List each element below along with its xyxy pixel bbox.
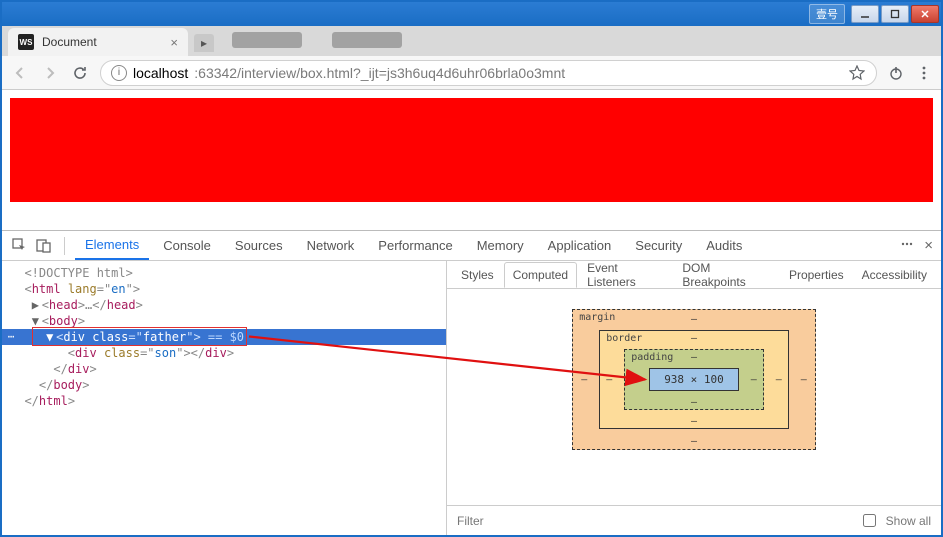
border-label: border — [606, 333, 642, 344]
devtools-tab-performance[interactable]: Performance — [368, 232, 462, 259]
devtools-tab-sources[interactable]: Sources — [225, 232, 293, 259]
dom-tree[interactable]: <!DOCTYPE html> <html lang="en"> ▶<head>… — [2, 261, 447, 535]
sidebar-tab-accessibility[interactable]: Accessibility — [854, 263, 935, 287]
back-button[interactable] — [10, 63, 30, 83]
styles-sidebar: Styles Computed Event Listeners DOM Brea… — [447, 261, 941, 535]
sidebar-tab-styles[interactable]: Styles — [453, 263, 502, 287]
devtools-close-icon[interactable]: × — [924, 237, 933, 254]
show-all-label: Show all — [886, 514, 931, 528]
power-icon[interactable] — [887, 64, 905, 82]
inspect-icon[interactable] — [10, 237, 28, 255]
devtools-tab-elements[interactable]: Elements — [75, 231, 149, 260]
sidebar-tab-dombreakpoints[interactable]: DOM Breakpoints — [674, 256, 779, 294]
devtools-tab-console[interactable]: Console — [153, 232, 221, 259]
bookmark-icon[interactable] — [848, 64, 866, 82]
maximize-button[interactable] — [881, 5, 909, 23]
computed-footer: Filter Show all — [447, 505, 941, 535]
sidebar-tab-properties[interactable]: Properties — [781, 263, 852, 287]
sidebar-tab-eventlisteners[interactable]: Event Listeners — [579, 256, 672, 294]
page-viewport — [2, 90, 941, 230]
show-all-checkbox[interactable] — [863, 514, 876, 527]
site-info-icon[interactable]: i — [111, 65, 127, 81]
content-box: 938 × 100 — [649, 368, 739, 391]
device-toggle-icon[interactable] — [34, 237, 52, 255]
new-tab-button[interactable]: ▸ — [194, 34, 214, 52]
devtools-tabbar: Elements Console Sources Network Perform… — [2, 231, 941, 261]
devtools-panel: Elements Console Sources Network Perform… — [2, 230, 941, 535]
computed-panel: margin – – – – border – – – – — [447, 289, 941, 505]
browser-window: 壹号 WS Document × ▸ i localhost :63342/int… — [0, 0, 943, 537]
dom-line[interactable]: ▼<body> — [2, 313, 446, 329]
filter-input[interactable]: Filter — [457, 514, 484, 528]
favicon-icon: WS — [18, 34, 34, 50]
father-element — [10, 98, 933, 202]
devtools-more-icon[interactable] — [900, 237, 914, 254]
close-button[interactable] — [911, 5, 939, 23]
padding-label: padding — [631, 352, 673, 363]
tab-close-icon[interactable]: × — [170, 35, 178, 50]
tab-strip: WS Document × ▸ — [2, 26, 941, 56]
box-model-diagram[interactable]: margin – – – – border – – – – — [572, 309, 816, 450]
dom-line[interactable]: ▶<head>…</head> — [2, 297, 446, 313]
browser-tab[interactable]: WS Document × — [8, 28, 188, 56]
tab-title: Document — [42, 35, 162, 49]
background-tab-shadows — [232, 32, 402, 48]
url-input[interactable]: i localhost :63342/interview/box.html?_ij… — [100, 60, 877, 86]
reload-button[interactable] — [70, 63, 90, 83]
dom-line[interactable]: <div class="son"></div> — [2, 345, 446, 361]
address-bar: i localhost :63342/interview/box.html?_ij… — [2, 56, 941, 90]
dom-line-selected[interactable]: ▼<div class="father"> == $0 — [2, 329, 446, 345]
sidebar-tabbar: Styles Computed Event Listeners DOM Brea… — [447, 261, 941, 289]
os-titlebar: 壹号 — [2, 2, 941, 26]
devtools-tab-memory[interactable]: Memory — [467, 232, 534, 259]
url-path: :63342/interview/box.html?_ijt=js3h6uq4d… — [194, 65, 565, 81]
selection-gutter-icon[interactable]: ⋯ — [2, 329, 20, 345]
dom-line[interactable]: </body> — [2, 377, 446, 393]
forward-button[interactable] — [40, 63, 60, 83]
dom-line[interactable]: </html> — [2, 393, 446, 409]
ime-badge[interactable]: 壹号 — [809, 4, 845, 24]
dom-line[interactable]: <!DOCTYPE html> — [2, 265, 446, 281]
url-host: localhost — [133, 65, 188, 81]
chrome-menu-icon[interactable] — [915, 64, 933, 82]
devtools-tab-network[interactable]: Network — [297, 232, 365, 259]
dom-line[interactable]: <html lang="en"> — [2, 281, 446, 297]
margin-label: margin — [579, 312, 615, 323]
dom-line[interactable]: </div> — [2, 361, 446, 377]
sidebar-tab-computed[interactable]: Computed — [504, 262, 577, 288]
minimize-button[interactable] — [851, 5, 879, 23]
